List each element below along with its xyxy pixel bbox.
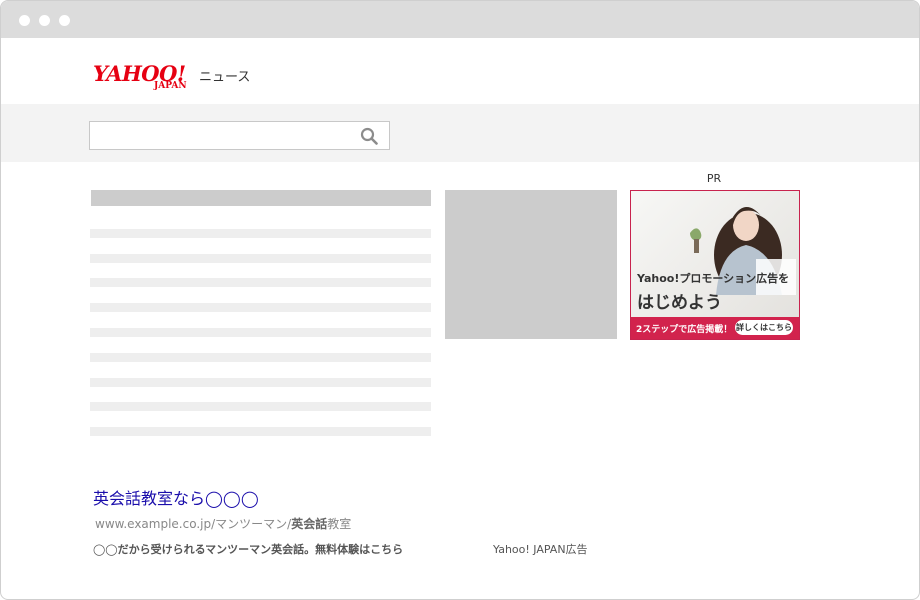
ad-description: ◯◯だから受けられるマンツーマン英会話。無料体験はこちら <box>93 543 404 556</box>
ad-footer-text: 2ステップで広告掲載！ <box>636 325 733 335</box>
window-control-dot[interactable] <box>59 15 70 26</box>
search-input[interactable] <box>89 121 390 150</box>
article-image-placeholder <box>445 190 617 339</box>
ad-footer-bar: 2ステップで広告掲載！ 詳しくはこちら <box>631 317 799 339</box>
article-text-placeholder <box>90 254 431 263</box>
window-control-dot[interactable] <box>19 15 30 26</box>
article-text-placeholder <box>90 328 431 337</box>
article-title-placeholder <box>91 190 431 206</box>
ad-sponsor-link[interactable]: Yahoo! JAPAN広告 <box>493 541 588 557</box>
logo-service-name: ニュース <box>199 70 251 85</box>
article-text-placeholder <box>90 303 431 312</box>
ad-display-url: www.example.co.jp/マンツーマン/英会話教室 <box>95 515 351 532</box>
ad-url-prefix: www.example.co.jp/マンツーマン/ <box>95 517 292 531</box>
ad-line-2: はじめよう <box>637 293 722 313</box>
window-titlebar <box>1 1 919 38</box>
site-header: YAHOO! JAPAN ニュース <box>1 38 919 104</box>
search-icon[interactable] <box>360 127 378 145</box>
search-bar-area <box>1 104 919 162</box>
ad-line-1: Yahoo!プロモーション広告を <box>637 272 790 285</box>
article-text-placeholder <box>90 278 431 287</box>
article-text-placeholder <box>90 353 431 362</box>
article-text-placeholder <box>90 402 431 411</box>
browser-window: YAHOO! JAPAN ニュース PR Yahoo!プロモーション広告を はじ… <box>0 0 920 600</box>
article-text-placeholder <box>90 378 431 387</box>
ad-url-keyword: 英会話 <box>291 517 328 531</box>
article-text-placeholder <box>90 427 431 436</box>
pr-label: PR <box>706 172 722 185</box>
ad-cta-button[interactable]: 詳しくはこちら <box>735 320 793 335</box>
window-control-dot[interactable] <box>39 15 50 26</box>
ad-headline-link[interactable]: 英会話教室なら◯◯◯ <box>93 485 259 509</box>
display-ad-banner[interactable]: Yahoo!プロモーション広告を はじめよう 2ステップで広告掲載！ 詳しくはこ… <box>630 190 800 340</box>
article-text-placeholder <box>90 229 431 238</box>
logo-japan-text: JAPAN <box>154 81 187 91</box>
ad-url-suffix: 教室 <box>327 517 352 531</box>
